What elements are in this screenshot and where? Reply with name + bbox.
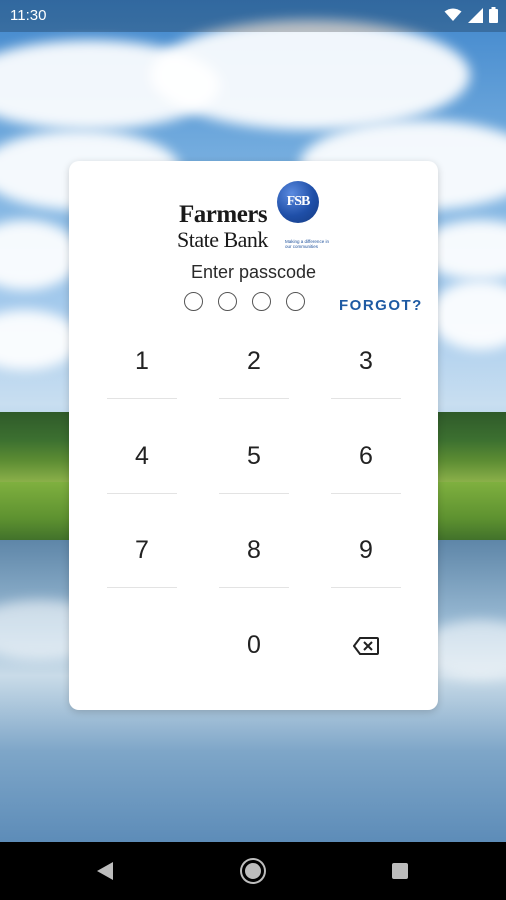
passcode-dot	[252, 292, 271, 311]
battery-icon	[489, 7, 498, 23]
forgot-button[interactable]: FORGOT?	[339, 297, 423, 314]
passcode-dots	[184, 292, 305, 311]
key-label: 0	[247, 631, 261, 659]
passcode-dot	[184, 292, 203, 311]
key-label: 6	[359, 442, 373, 470]
passcode-prompt: Enter passcode	[190, 262, 317, 282]
key-8[interactable]: 8	[219, 522, 289, 588]
key-6[interactable]: 6	[331, 428, 401, 494]
bank-logo: FSB Farmers State Bank Making a differen…	[177, 171, 329, 252]
signal-icon	[468, 7, 483, 23]
fsb-badge: FSB	[277, 181, 319, 223]
key-1[interactable]: 1	[107, 333, 177, 399]
back-icon[interactable]	[97, 862, 113, 880]
logo-line-1: Farmers	[179, 201, 268, 228]
recents-icon[interactable]	[392, 863, 408, 879]
logo-tagline: Making a difference in our communities	[285, 239, 329, 249]
passcode-dot	[286, 292, 305, 311]
key-3[interactable]: 3	[331, 333, 401, 399]
backspace-icon	[352, 637, 379, 656]
navigation-bar	[0, 842, 506, 900]
passcode-card: FSB Farmers State Bank Making a differen…	[69, 161, 438, 710]
key-4[interactable]: 4	[107, 428, 177, 494]
home-icon[interactable]	[242, 860, 264, 882]
key-label: 9	[359, 536, 373, 564]
key-label: 7	[135, 536, 149, 564]
key-5[interactable]: 5	[219, 428, 289, 494]
key-label: 5	[247, 442, 261, 470]
passcode-dot	[218, 292, 237, 311]
key-9[interactable]: 9	[331, 522, 401, 588]
key-2[interactable]: 2	[219, 333, 289, 399]
status-bar: 11:30	[0, 0, 506, 32]
status-time: 11:30	[10, 7, 47, 24]
backspace-button[interactable]	[331, 617, 401, 673]
wifi-icon	[444, 8, 462, 21]
key-label: 2	[247, 347, 261, 375]
key-label: 3	[359, 347, 373, 375]
key-label: 8	[247, 536, 261, 564]
key-7[interactable]: 7	[107, 522, 177, 588]
key-0[interactable]: 0	[219, 617, 289, 673]
key-label: 4	[135, 442, 149, 470]
key-label: 1	[135, 347, 149, 375]
logo-line-2: State Bank	[177, 227, 268, 252]
